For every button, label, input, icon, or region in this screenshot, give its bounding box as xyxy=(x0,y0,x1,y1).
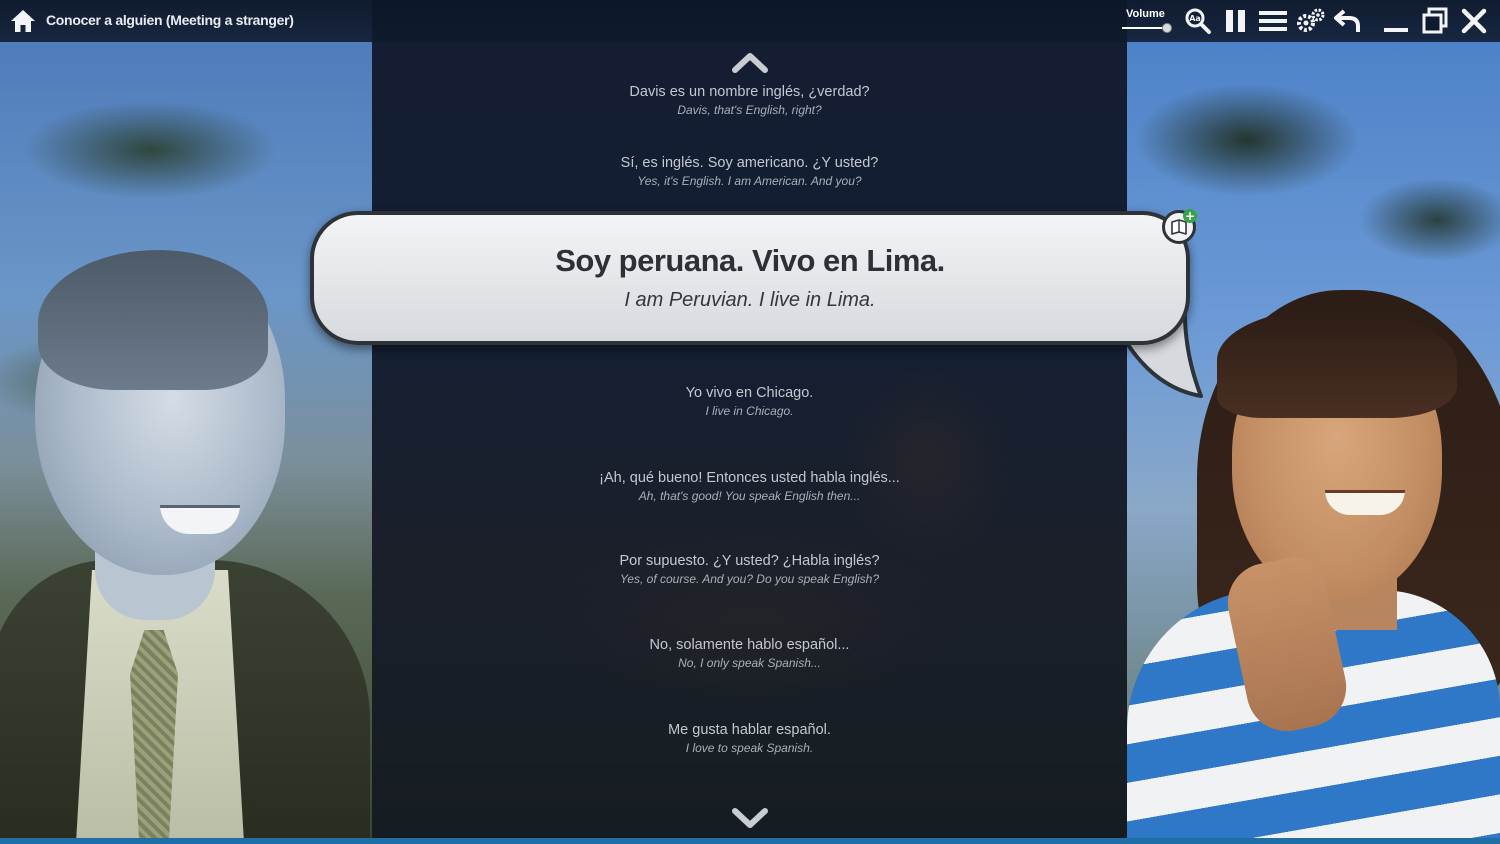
dialogue-line[interactable]: Por supuesto. ¿Y usted? ¿Habla inglés? Y… xyxy=(372,552,1127,588)
current-line-spanish: Soy peruana. Vivo en Lima. xyxy=(555,243,945,278)
volume-knob[interactable] xyxy=(1162,23,1172,33)
dialogue-line[interactable]: Sí, es inglés. Soy americano. ¿Y usted? … xyxy=(372,154,1127,190)
current-line-bubble[interactable]: Soy peruana. Vivo en Lima. I am Peruvian… xyxy=(310,211,1190,345)
minimize-icon[interactable] xyxy=(1382,7,1410,35)
home-icon[interactable] xyxy=(10,8,36,34)
restore-icon[interactable] xyxy=(1421,7,1449,35)
volume-label: Volume xyxy=(1126,8,1165,20)
line-spanish: Me gusta hablar español. xyxy=(668,722,831,738)
dialogue-line[interactable]: No, solamente hablo español... No, I onl… xyxy=(372,636,1127,672)
dialogue-line[interactable]: Me gusta hablar español. I love to speak… xyxy=(372,721,1127,757)
settings-icon[interactable] xyxy=(1296,7,1325,35)
line-spanish: No, solamente hablo español... xyxy=(649,637,850,653)
line-spanish: Yo vivo en Chicago. xyxy=(685,385,814,401)
dialogue-line[interactable]: Yo vivo en Chicago. I live in Chicago. xyxy=(372,384,1127,420)
pause-icon[interactable] xyxy=(1222,7,1250,35)
svg-text:Aa: Aa xyxy=(1189,14,1201,23)
line-english: I love to speak Spanish. xyxy=(685,741,814,755)
volume-track xyxy=(1122,27,1166,29)
line-english: No, I only speak Spanish... xyxy=(678,656,821,670)
scroll-up-icon[interactable] xyxy=(732,50,768,74)
line-english: I live in Chicago. xyxy=(705,404,794,418)
line-english: Yes, of course. And you? Do you speak En… xyxy=(619,572,880,586)
current-line-english: I am Peruvian. I live in Lima. xyxy=(624,289,876,311)
bottom-progress-strip xyxy=(0,838,1500,844)
add-to-notebook-button[interactable]: + xyxy=(1162,209,1197,244)
dialogue-line[interactable]: Davis es un nombre inglés, ¿verdad? Davi… xyxy=(372,83,1127,119)
line-spanish: Davis es un nombre inglés, ¿verdad? xyxy=(629,84,870,100)
line-spanish: Sí, es inglés. Soy americano. ¿Y usted? xyxy=(620,155,879,171)
line-english: Yes, it's English. I am American. And yo… xyxy=(637,174,862,188)
close-icon[interactable] xyxy=(1460,7,1488,35)
back-icon[interactable] xyxy=(1333,7,1361,35)
volume-slider[interactable]: Volume xyxy=(1122,6,1174,34)
line-spanish: Por supuesto. ¿Y usted? ¿Habla inglés? xyxy=(619,553,880,569)
lesson-title: Conocer a alguien (Meeting a stranger) xyxy=(46,12,294,28)
menu-icon[interactable] xyxy=(1258,7,1287,35)
zoom-font-icon[interactable]: Aa xyxy=(1184,7,1212,35)
line-spanish: ¡Ah, qué bueno! Entonces usted habla ing… xyxy=(599,470,900,486)
dialogue-line[interactable]: ¡Ah, qué bueno! Entonces usted habla ing… xyxy=(372,469,1127,505)
line-english: Davis, that's English, right? xyxy=(677,103,822,117)
scroll-down-icon[interactable] xyxy=(732,806,768,830)
plus-icon: + xyxy=(1183,209,1197,223)
line-english: Ah, that's good! You speak English then.… xyxy=(638,489,861,503)
